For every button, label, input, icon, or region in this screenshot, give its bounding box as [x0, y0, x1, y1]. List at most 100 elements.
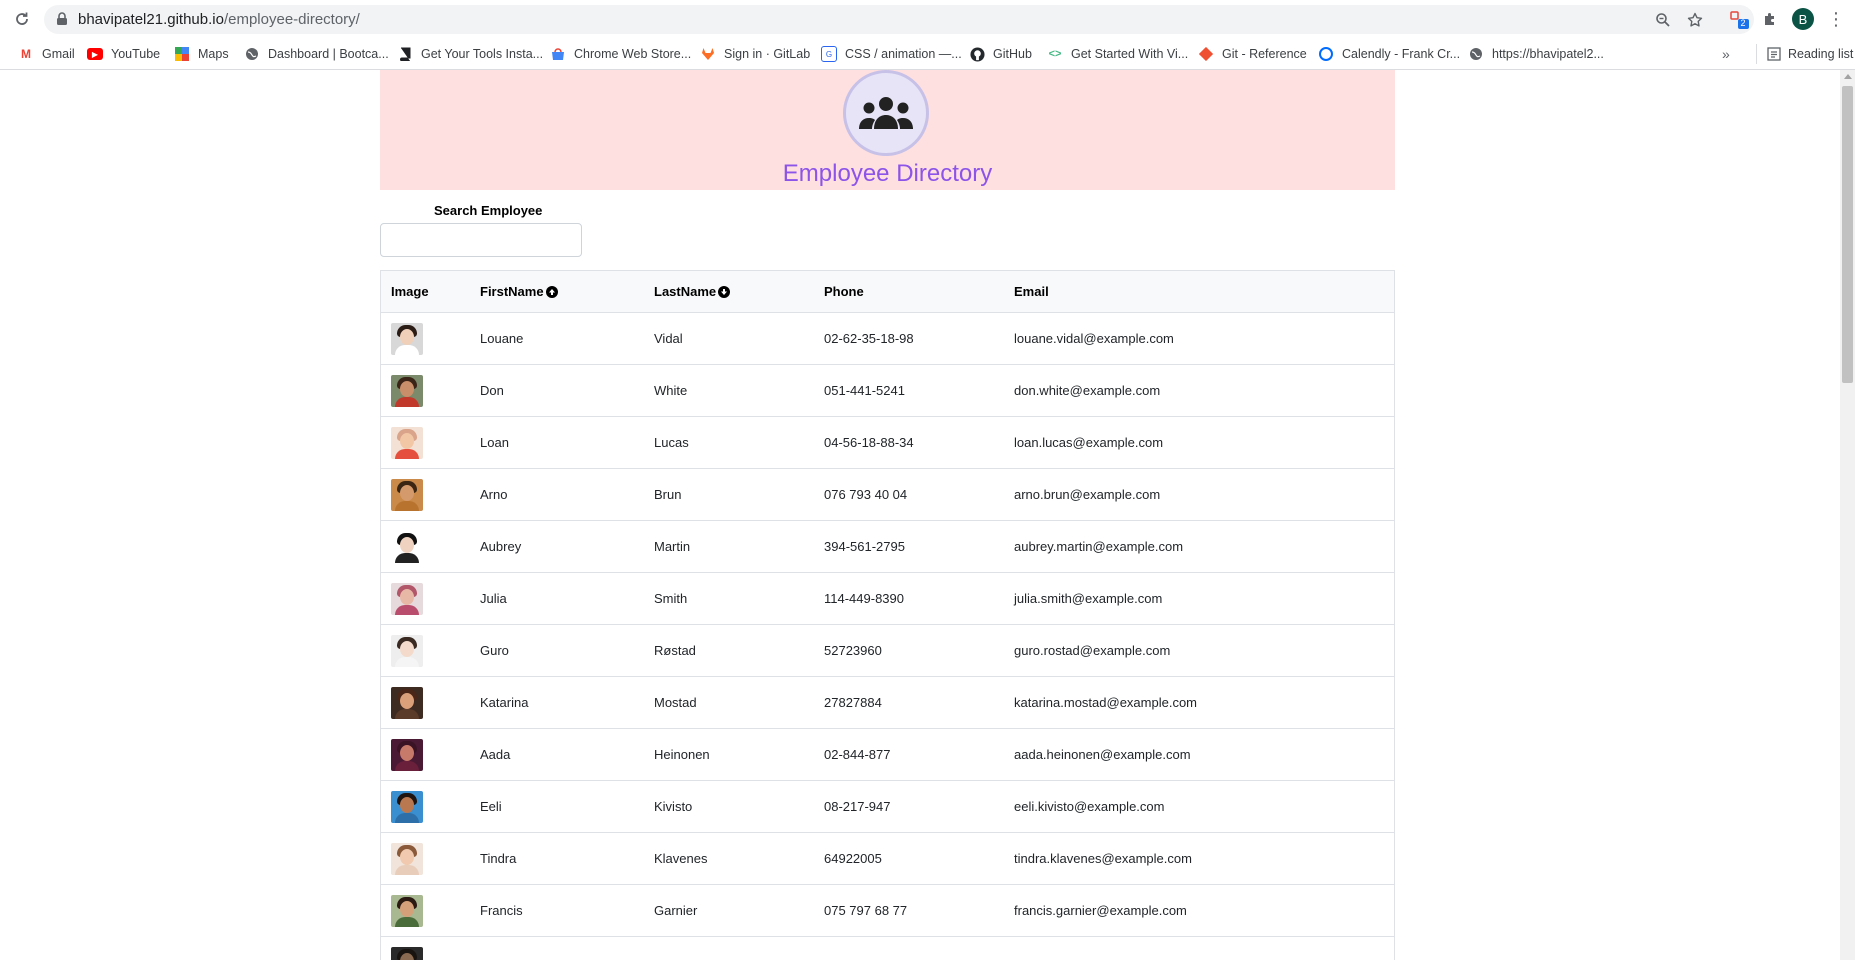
table-row: Eeli Kivisto 08-217-947 eeli.kivisto@exampl…	[381, 781, 1394, 833]
column-label: Image	[391, 284, 429, 299]
lastname-cell: Røstad	[654, 643, 696, 658]
bookmark-gmail[interactable]: M Gmail	[18, 44, 75, 64]
firstname-cell: Arno	[480, 487, 508, 502]
bookmark-dashboard[interactable]: Dashboard | Bootca...	[244, 44, 389, 64]
page-viewport: Employee Directory Search Employee Image…	[0, 70, 1840, 960]
employee-photo	[391, 842, 423, 875]
table-row: Julia Smith 114-449-8390 julia.smith@exampl…	[381, 573, 1394, 625]
lastname-cell: Smith	[654, 591, 688, 606]
employee-photo	[391, 530, 423, 563]
email-cell: julia.smith@example.com	[1014, 591, 1163, 606]
column-header-phone: Phone	[824, 284, 1014, 299]
column-header-lastname[interactable]: LastName	[654, 284, 824, 299]
table-row	[381, 937, 1394, 960]
bookmark-get-started[interactable]: <> Get Started With Vi...	[1047, 44, 1189, 64]
lastname-cell: Lucas	[654, 435, 689, 450]
page-scrollbar[interactable]	[1840, 70, 1855, 960]
reading-list-button[interactable]: Reading list	[1756, 44, 1853, 64]
employee-photo	[391, 790, 423, 823]
image-cell	[381, 686, 480, 719]
scrollbar-thumb[interactable]	[1842, 86, 1853, 383]
extension-badge-icon[interactable]: 2	[1728, 8, 1750, 30]
table-row: Katarina Mostad 27827884 katarina.mostad@ex…	[381, 677, 1394, 729]
puzzle-icon[interactable]	[1760, 8, 1782, 30]
bookmark-label: Sign in · GitLab	[724, 47, 811, 61]
bookmark-git-reference[interactable]: Git - Reference	[1198, 44, 1307, 64]
lastname-cell: White	[654, 383, 688, 398]
firstname-cell: Aubrey	[480, 539, 522, 554]
image-cell	[381, 582, 480, 615]
phone-cell: 27827884	[824, 695, 882, 710]
bookmark-label: Maps	[198, 47, 229, 61]
bookmark-youtube[interactable]: ▶ YouTube	[87, 44, 160, 64]
globe-icon	[1468, 46, 1484, 62]
firstname-cell: Don	[480, 383, 504, 398]
image-cell	[381, 842, 480, 875]
star-icon[interactable]	[1686, 11, 1704, 29]
url-host: bhavipatel21.github.io	[78, 11, 224, 28]
sort-descending-icon[interactable]	[718, 285, 731, 298]
phone-cell: 051-441-5241	[824, 383, 905, 398]
phone-cell: 076 793 40 04	[824, 487, 908, 502]
url-path: /employee-directory/	[223, 11, 360, 28]
image-cell	[381, 530, 480, 563]
table-body: Louane Vidal 02-62-35-18-98 louane.vidal@ex…	[381, 313, 1394, 960]
table-row: Tindra Klavenes 64922005 tindra.klavenes@ex…	[381, 833, 1394, 885]
more-vert-icon[interactable]: ⋮	[1827, 8, 1845, 30]
phone-cell: 64922005	[824, 851, 882, 866]
bookmark-webstore[interactable]: Chrome Web Store...	[550, 44, 691, 64]
column-header-email: Email	[1014, 284, 1394, 299]
image-cell	[381, 634, 480, 667]
bookmark-css-animation[interactable]: G CSS / animation —...	[821, 44, 962, 64]
image-cell	[381, 478, 480, 511]
url-text: bhavipatel21.github.io/employee-director…	[78, 11, 360, 28]
code-icon: <>	[1048, 48, 1062, 60]
scroll-up-icon[interactable]	[1844, 74, 1852, 79]
email-cell: aubrey.martin@example.com	[1014, 539, 1184, 554]
globe-icon	[244, 46, 260, 62]
bookmark-bhavipatel[interactable]: https://bhavipatel2...	[1468, 44, 1604, 64]
table-row: Arno Brun 076 793 40 04 arno.brun@example.c…	[381, 469, 1394, 521]
table-row: Louane Vidal 02-62-35-18-98 louane.vidal@ex…	[381, 313, 1394, 365]
phone-cell: 075 797 68 77	[824, 903, 908, 918]
reload-icon[interactable]	[12, 9, 32, 29]
bookmark-maps[interactable]: Maps	[174, 44, 229, 64]
bookmark-label: Dashboard | Bootca...	[268, 47, 389, 61]
bookmark-calendly[interactable]: Calendly - Frank Cr...	[1318, 44, 1460, 64]
bookmark-tools[interactable]: Get Your Tools Insta...	[397, 44, 543, 64]
image-cell	[381, 426, 480, 459]
bookmark-gitlab[interactable]: Sign in · GitLab	[700, 44, 810, 64]
phone-cell: 04-56-18-88-34	[824, 435, 914, 450]
bookmarks-more-icon[interactable]: »	[1722, 46, 1730, 62]
bookmark-label: CSS / animation —...	[845, 47, 962, 61]
employee-photo	[391, 478, 423, 511]
search-input[interactable]	[380, 223, 582, 257]
image-cell	[381, 894, 480, 927]
extension-badge-count: 2	[1740, 18, 1746, 28]
phone-cell: 114-449-8390	[824, 591, 904, 606]
employee-table: Image FirstName LastName Phone Email Lou…	[380, 270, 1395, 960]
address-bar[interactable]: bhavipatel21.github.io/employee-director…	[44, 5, 1754, 34]
firstname-cell: Guro	[480, 643, 509, 658]
gmail-icon: M	[21, 47, 31, 61]
profile-avatar[interactable]: B	[1792, 8, 1814, 30]
column-header-firstname[interactable]: FirstName	[480, 284, 654, 299]
email-cell: aada.heinonen@example.com	[1014, 747, 1191, 762]
image-cell	[381, 738, 480, 771]
css-icon: G	[821, 46, 837, 62]
search-label: Search Employee	[434, 203, 543, 218]
bookmark-label: Calendly - Frank Cr...	[1342, 47, 1461, 61]
lastname-cell: Martin	[654, 539, 691, 554]
employee-photo	[391, 946, 423, 960]
bookmark-label: YouTube	[111, 47, 161, 61]
table-row: Guro Røstad 52723960 guro.rostad@example.co…	[381, 625, 1394, 677]
sort-ascending-icon[interactable]	[545, 285, 558, 298]
lastname-cell: Vidal	[654, 331, 683, 346]
bookmark-github[interactable]: GitHub	[969, 44, 1032, 64]
email-cell: tindra.klavenes@example.com	[1014, 851, 1192, 866]
email-cell: francis.garnier@example.com	[1014, 903, 1187, 918]
bookmarks-bar: M Gmail ▶ YouTube Maps Dashboard | Bootca.…	[0, 38, 1855, 70]
employee-photo	[391, 374, 423, 407]
bookmark-label: Git - Reference	[1222, 47, 1307, 61]
zoom-icon[interactable]	[1654, 11, 1672, 29]
